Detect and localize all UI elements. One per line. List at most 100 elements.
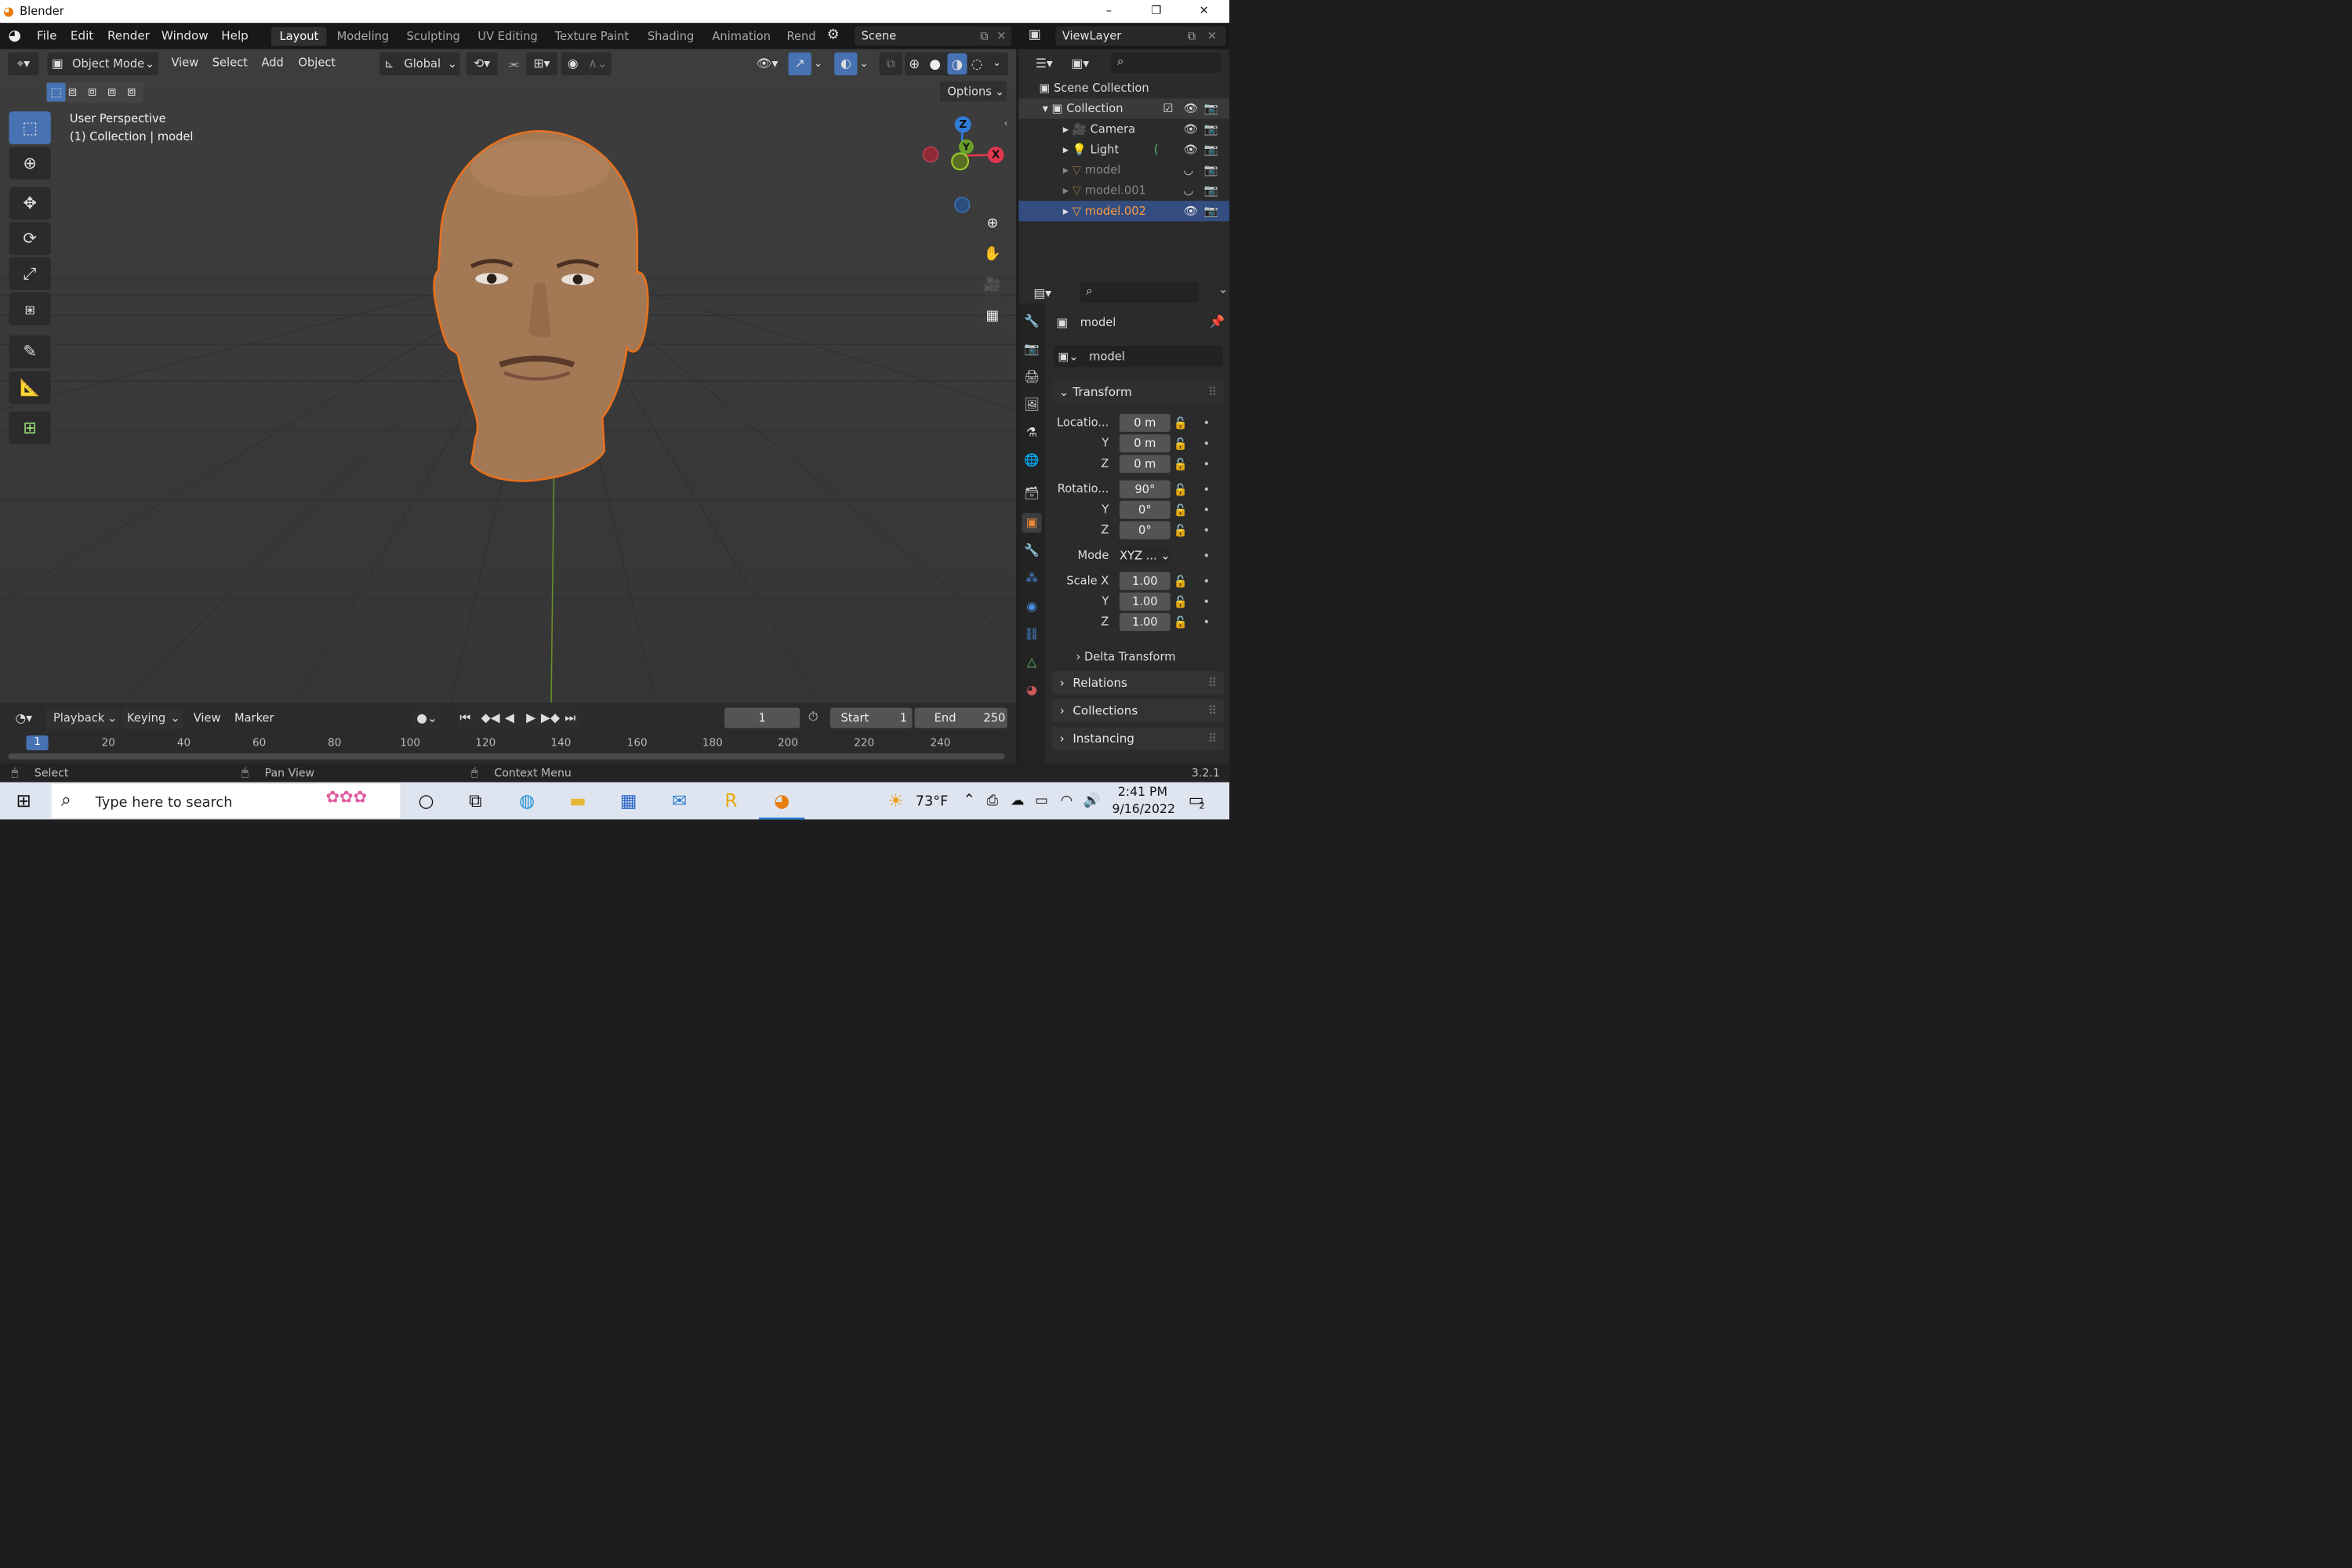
keyframe-dot-icon[interactable]: • [1203, 437, 1210, 450]
location-x-field[interactable]: 0 m [1119, 413, 1171, 432]
options-dropdown[interactable]: Options ⌄ [939, 81, 1007, 102]
select-new-icon[interactable]: ⬚ [46, 82, 66, 102]
output-tab-icon[interactable]: 🖨 [1022, 367, 1042, 387]
scene-collection-row[interactable]: ▣ Scene Collection [1018, 78, 1229, 98]
onedrive-icon[interactable]: ☁ [1011, 792, 1025, 808]
editor-type-icon[interactable]: ⌖▾ [8, 52, 39, 76]
collection-row[interactable]: ▾ ▣ Collection ☑ 👁 📷 [1018, 98, 1230, 119]
keyframe-dot-icon[interactable]: • [1203, 615, 1210, 629]
expand-icon[interactable]: ▸ [1063, 122, 1073, 136]
display-mode-icon[interactable]: ▣▾ [1065, 53, 1096, 75]
play-reverse-icon[interactable]: ◀ [505, 707, 514, 729]
snap-icon[interactable]: ⫘ [502, 52, 526, 76]
perspective-toggle-icon[interactable]: ▦ [979, 302, 1006, 329]
measure-tool[interactable]: 📐 [9, 371, 51, 405]
sidebar-toggle-icon[interactable]: ‹ [1004, 117, 1008, 129]
new-view-layer-icon[interactable]: ⧉ [1188, 26, 1196, 45]
lock-icon[interactable]: 🔓 [1174, 595, 1188, 608]
select-extend-icon[interactable]: ⧈ [68, 83, 77, 100]
render-camera-icon[interactable]: 📷 [1204, 140, 1218, 160]
view-layer-tab-icon[interactable]: 🖼 [1022, 395, 1042, 415]
visibility-icon[interactable]: 👁▾ [752, 53, 783, 75]
gizmo-z-icon[interactable]: Z [954, 116, 971, 133]
orientation-selector[interactable]: ⊾ Global ⌄ [379, 52, 460, 76]
menu-edit[interactable]: Edit [71, 29, 93, 43]
camera-view-icon[interactable]: 🎥 [979, 271, 1006, 298]
mail-icon[interactable]: ✉ [666, 788, 692, 814]
mode-selector[interactable]: ▣ Object Mode ⌄ [47, 52, 158, 76]
drag-handle-icon[interactable]: ⠿ [1208, 699, 1217, 722]
menu-file[interactable]: File [37, 29, 56, 43]
scale-x-field[interactable]: 1.00 [1119, 572, 1171, 590]
weather-temp[interactable]: 73°F [916, 793, 949, 809]
menu-help[interactable]: Help [221, 29, 249, 43]
chevron-down-icon[interactable]: ⌄ [814, 57, 822, 70]
windows-start-icon[interactable]: ⊞ [11, 788, 37, 814]
delete-view-layer-icon[interactable]: ✕ [1207, 26, 1217, 45]
lock-icon[interactable]: 🔓 [1174, 524, 1188, 537]
lock-icon[interactable]: 🔓 [1174, 416, 1188, 430]
select-subtract-icon[interactable]: ⧈ [88, 83, 96, 100]
tab-layout[interactable]: Layout [271, 27, 327, 46]
scene-tab-icon[interactable]: ⚗ [1022, 423, 1042, 442]
expand-icon[interactable]: ▸ [1063, 143, 1073, 156]
render-camera-icon[interactable]: 📷 [1204, 119, 1218, 140]
cortana-icon[interactable]: ○ [413, 788, 439, 814]
constraints-tab-icon[interactable]: ⛓ [1022, 625, 1042, 644]
wifi-icon[interactable]: ◠ [1061, 792, 1073, 808]
instancing-panel-header[interactable]: › Instancing ⠿ [1052, 727, 1224, 750]
keyframe-dot-icon[interactable]: • [1203, 503, 1210, 517]
render-camera-icon[interactable]: 📷 [1204, 160, 1218, 180]
transform-panel-header[interactable]: ⌄ Transform ⠿ [1052, 380, 1224, 404]
blender-taskbar-icon[interactable]: ◕ [769, 788, 795, 814]
visibility-eye-icon[interactable]: 👁 [1183, 201, 1198, 221]
timeline-menu-marker[interactable]: Marker [234, 711, 274, 724]
rotation-z-field[interactable]: 0° [1119, 521, 1171, 539]
object-tab-icon[interactable]: ▣ [1022, 513, 1042, 533]
menu-select[interactable]: Select [212, 56, 248, 69]
keyframe-dot-icon[interactable]: • [1203, 524, 1210, 537]
zoom-icon[interactable]: ⊕ [979, 209, 1006, 237]
gizmo-toggle-icon[interactable]: ↗ [788, 52, 811, 76]
lock-icon[interactable]: 🔓 [1174, 503, 1188, 517]
tab-rendering[interactable]: Rend [779, 27, 819, 45]
visibility-eye-icon[interactable]: 👁 [1183, 140, 1198, 160]
expand-icon[interactable]: ▸ [1063, 204, 1073, 217]
view-layer-icon[interactable]: ▣ [1029, 26, 1041, 42]
device-icon[interactable]: ⎙ [987, 792, 998, 808]
timeline-menu-view[interactable]: View [194, 711, 221, 724]
tab-sculpting[interactable]: Sculpting [398, 27, 468, 45]
timeline-ruler[interactable]: 1 20 40 60 80 100 120 140 160 180 200 22… [0, 734, 1017, 764]
clock-date[interactable]: 9/16/2022 [1112, 802, 1175, 816]
falloff-icon[interactable]: ∧⌄ [584, 52, 612, 76]
drag-handle-icon[interactable]: ⠿ [1208, 727, 1217, 750]
lock-icon[interactable]: 🔓 [1174, 575, 1188, 588]
clock-time[interactable]: 2:41 PM [1118, 785, 1167, 799]
include-checkbox[interactable]: ☑ [1163, 98, 1173, 118]
scene-selector-icon[interactable]: ⚙ [827, 26, 840, 42]
chevron-up-icon[interactable]: ⌃ [963, 791, 975, 808]
scene-field[interactable]: Scene ⧉ ✕ [855, 26, 1011, 46]
weather-icon[interactable]: ☀ [883, 788, 909, 814]
menu-render[interactable]: Render [107, 29, 150, 43]
task-view-icon[interactable]: ⧉ [463, 788, 488, 814]
render-camera-icon[interactable]: 📷 [1204, 201, 1218, 221]
tab-shading[interactable]: Shading [639, 27, 702, 45]
volume-icon[interactable]: 🔊 [1083, 792, 1101, 808]
tab-texture-paint[interactable]: Texture Paint [546, 27, 637, 45]
rockstar-launcher-icon[interactable]: R [718, 788, 744, 814]
keyframe-dot-icon[interactable]: • [1203, 549, 1210, 562]
scale-z-field[interactable]: 1.00 [1119, 612, 1171, 631]
relations-panel-header[interactable]: › Relations ⠿ [1052, 671, 1224, 695]
jump-start-icon[interactable]: ⏮ [459, 707, 470, 729]
material-tab-icon[interactable]: ◕ [1022, 681, 1042, 700]
keying-menu[interactable]: Keying ⌄ [121, 706, 183, 729]
keyframe-dot-icon[interactable]: • [1203, 595, 1210, 608]
pivot-point-icon[interactable]: ⟲▾ [466, 52, 498, 76]
play-icon[interactable]: ▶ [526, 707, 535, 729]
material-shading-icon[interactable]: ◑ [947, 53, 967, 75]
rotation-x-field[interactable]: 90° [1119, 480, 1171, 499]
select-invert-icon[interactable]: ⧈ [107, 83, 116, 100]
physics-tab-icon[interactable]: ◉ [1022, 597, 1042, 616]
pin-icon[interactable]: 📌 [1210, 314, 1225, 328]
